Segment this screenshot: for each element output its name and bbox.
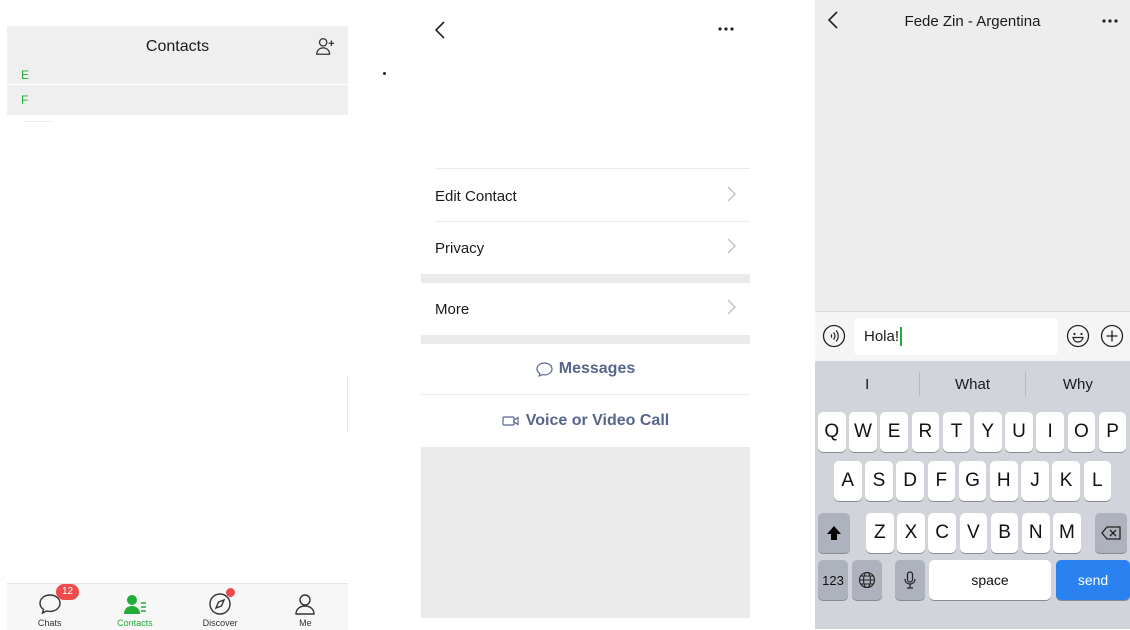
message-area — [815, 42, 1130, 311]
chevron-right-icon — [727, 186, 736, 202]
key-c[interactable]: C — [928, 513, 956, 553]
section-gap — [421, 274, 750, 283]
contacts-screen: Contacts E F 12 Chats Contacts Discover … — [7, 26, 348, 630]
globe-key[interactable] — [852, 560, 882, 600]
person-icon — [295, 594, 316, 615]
tab-me[interactable]: Me — [263, 584, 348, 630]
microphone-icon — [904, 571, 916, 589]
key-a[interactable]: A — [834, 461, 862, 501]
messages-button[interactable]: Messages — [421, 343, 750, 395]
key-d[interactable]: D — [896, 461, 924, 501]
tab-chats[interactable]: 12 Chats — [7, 584, 92, 630]
index-letter-f: F — [7, 85, 348, 115]
more-options-icon[interactable] — [717, 26, 735, 32]
unread-badge: 12 — [56, 584, 80, 600]
key-f[interactable]: F — [927, 461, 956, 501]
key-x[interactable]: X — [897, 513, 925, 553]
key-q[interactable]: Q — [818, 412, 846, 452]
suggestion[interactable]: Why — [1026, 376, 1130, 393]
divider — [347, 376, 348, 432]
key-y[interactable]: Y — [974, 412, 1002, 452]
key-i[interactable]: I — [1036, 412, 1064, 452]
key-u[interactable]: U — [1005, 412, 1033, 452]
key-m[interactable]: M — [1053, 513, 1081, 553]
contacts-icon — [123, 595, 146, 614]
voice-video-call-button[interactable]: Voice or Video Call — [421, 395, 750, 447]
numbers-key[interactable]: 123 — [818, 560, 848, 600]
shift-key[interactable] — [818, 513, 850, 553]
add-contact-icon[interactable] — [314, 35, 336, 57]
dictation-key[interactable] — [895, 560, 925, 600]
key-n[interactable]: N — [1022, 513, 1050, 553]
key-w[interactable]: W — [849, 412, 877, 452]
suggestion[interactable]: What — [920, 376, 1024, 393]
shift-icon — [827, 526, 841, 540]
suggestion-bar: I What Why — [815, 361, 1130, 407]
video-camera-icon — [502, 416, 519, 426]
empty-area — [421, 447, 750, 618]
tab-label: Contacts — [117, 618, 153, 628]
suggestion[interactable]: I — [815, 376, 919, 393]
back-icon[interactable] — [433, 20, 447, 40]
chat-input-bar: Hola! — [815, 311, 1130, 361]
index-letter-e: E — [7, 67, 348, 84]
privacy-row[interactable]: Privacy — [421, 222, 750, 274]
chat-title: Fede Zin - Argentina — [904, 12, 1041, 30]
emoji-icon[interactable] — [1066, 324, 1090, 348]
key-r[interactable]: R — [911, 412, 940, 452]
backspace-key[interactable] — [1095, 513, 1127, 553]
key-z[interactable]: Z — [866, 513, 894, 553]
key-s[interactable]: S — [865, 461, 893, 501]
chat-header: Fede Zin - Argentina — [815, 0, 1130, 42]
voice-input-icon[interactable] — [822, 324, 846, 348]
tab-bar: 12 Chats Contacts Discover Me — [7, 583, 348, 630]
bullet-dot — [383, 72, 386, 75]
tab-label: Me — [299, 618, 312, 628]
key-k[interactable]: K — [1052, 461, 1080, 501]
plus-icon[interactable] — [1100, 324, 1124, 348]
back-icon[interactable] — [827, 11, 839, 29]
key-h[interactable]: H — [990, 461, 1018, 501]
key-t[interactable]: T — [942, 412, 971, 452]
key-p[interactable]: P — [1098, 412, 1127, 452]
globe-icon — [858, 571, 876, 589]
chevron-right-icon — [727, 299, 736, 315]
space-key[interactable]: space — [929, 560, 1051, 600]
message-bubble-icon — [536, 361, 553, 377]
tab-label: Discover — [202, 618, 238, 628]
key-v[interactable]: V — [959, 513, 988, 553]
chevron-right-icon — [727, 238, 736, 254]
chat-screen: Fede Zin - Argentina Hola! I What Why Q … — [815, 0, 1130, 629]
key-l[interactable]: L — [1083, 461, 1112, 501]
notification-dot — [225, 588, 235, 597]
keyboard: I What Why QWERTYUIOP ASDFGHJKL ZXCVBNM … — [815, 361, 1130, 629]
key-e[interactable]: E — [880, 412, 908, 452]
key-b[interactable]: B — [990, 513, 1019, 553]
key-g[interactable]: G — [958, 461, 987, 501]
tab-label: Chats — [37, 618, 62, 628]
message-input[interactable]: Hola! — [854, 318, 1058, 355]
key-j[interactable]: J — [1021, 461, 1049, 501]
contacts-header: Contacts — [7, 26, 348, 67]
divider — [435, 168, 750, 169]
backspace-icon — [1101, 526, 1121, 540]
contacts-title: Contacts — [145, 37, 210, 55]
send-key[interactable]: send — [1056, 560, 1130, 600]
more-options-icon[interactable] — [1101, 18, 1119, 24]
more-row[interactable]: More — [421, 283, 750, 335]
tab-contacts[interactable]: Contacts — [92, 584, 177, 630]
divider — [24, 121, 54, 122]
text-caret — [900, 327, 903, 346]
key-o[interactable]: O — [1067, 412, 1096, 452]
edit-contact-row[interactable]: Edit Contact — [421, 170, 750, 222]
tab-discover[interactable]: Discover — [178, 584, 263, 630]
contact-profile-screen: Edit Contact Privacy More Messages Voice… — [421, 0, 750, 618]
